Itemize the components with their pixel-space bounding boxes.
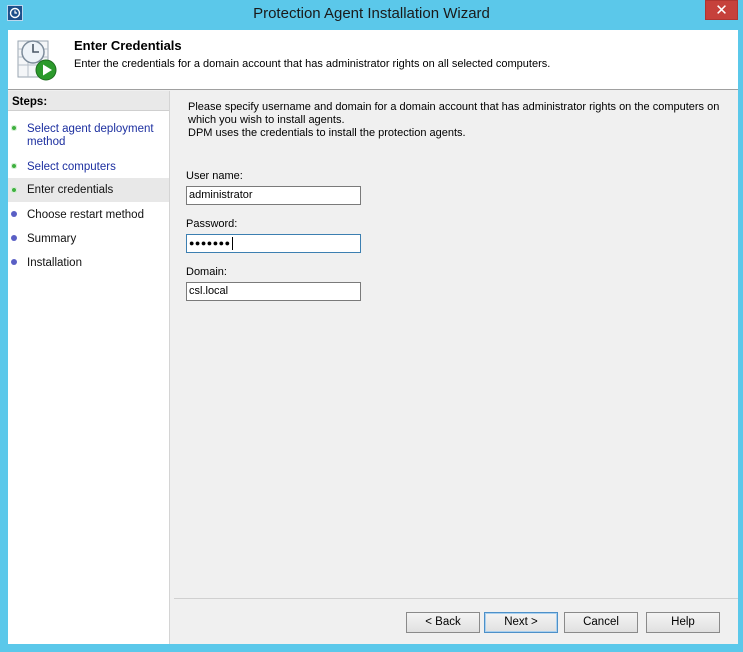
cancel-button[interactable]: Cancel — [564, 612, 638, 633]
credentials-panel: Please specify username and domain for a… — [174, 91, 738, 605]
window-title: Protection Agent Installation Wizard — [253, 5, 490, 22]
intro-line-1: Please specify username and domain for a… — [188, 101, 720, 126]
step-pending-dot-icon — [11, 259, 17, 265]
text-caret — [231, 236, 233, 250]
help-button[interactable]: Help — [646, 612, 720, 633]
button-separator — [174, 598, 738, 599]
back-button[interactable]: < Back — [406, 612, 480, 633]
step-installation: Installation — [8, 254, 169, 272]
step-label: Select agent deployment method — [27, 123, 154, 148]
step-label: Enter credentials — [27, 184, 114, 196]
intro-line-2: DPM uses the credentials to install the … — [188, 127, 466, 139]
step-summary: Summary — [8, 230, 169, 248]
step-complete-dot-icon — [11, 125, 17, 131]
intro-text: Please specify username and domain for a… — [188, 101, 728, 140]
step-select-computers: Select computers — [8, 158, 169, 176]
step-enter-credentials: Enter credentials — [8, 178, 169, 202]
close-button[interactable]: ✕ — [705, 0, 738, 20]
wizard-window: Protection Agent Installation Wizard ✕ E… — [0, 0, 743, 652]
username-field[interactable]: administrator — [186, 186, 361, 205]
title-bar[interactable]: Protection Agent Installation Wizard ✕ — [0, 0, 743, 28]
next-button[interactable]: Next > — [484, 612, 558, 633]
wizard-header: Enter Credentials Enter the credentials … — [8, 30, 738, 90]
username-label: User name: — [186, 170, 243, 182]
step-label: Choose restart method — [27, 209, 144, 221]
step-complete-dot-icon — [11, 187, 17, 193]
step-select-agent-deployment-method: Select agent deployment method — [8, 120, 169, 148]
step-choose-restart-method: Choose restart method — [8, 206, 169, 224]
steps-title: Steps: — [8, 91, 169, 111]
domain-field[interactable]: csl.local — [186, 282, 361, 301]
steps-panel: Steps: Select agent deployment method Se… — [8, 91, 170, 644]
password-field[interactable]: ●●●●●●● — [186, 234, 361, 253]
page-description: Enter the credentials for a domain accou… — [74, 58, 551, 70]
password-label: Password: — [186, 218, 238, 230]
step-pending-dot-icon — [11, 211, 17, 217]
step-label: Summary — [27, 233, 77, 245]
step-complete-dot-icon — [11, 163, 17, 169]
wizard-client-area: Enter Credentials Enter the credentials … — [8, 30, 738, 644]
step-pending-dot-icon — [11, 235, 17, 241]
page-title: Enter Credentials — [74, 38, 182, 53]
step-label: Installation — [27, 257, 82, 269]
password-masked-value: ●●●●●●● — [189, 238, 231, 248]
step-label: Select computers — [27, 161, 116, 173]
schedule-clock-play-icon — [14, 35, 62, 83]
domain-label: Domain: — [186, 266, 227, 278]
